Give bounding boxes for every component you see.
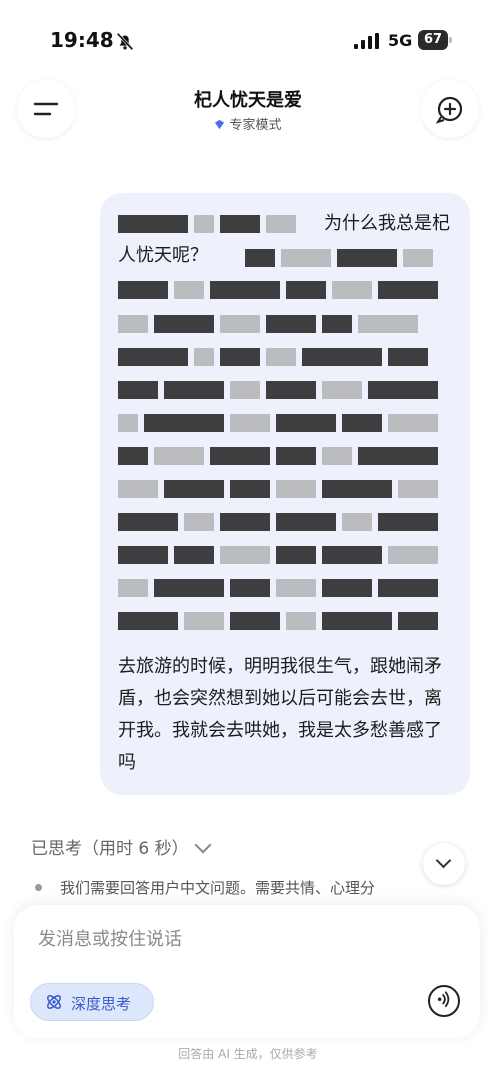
thinking-summary: 我们需要回答用户中文问题。需要共情、心理分 xyxy=(60,879,376,897)
signal-icon xyxy=(354,33,379,49)
status-bar: 19:48 5G 67 xyxy=(0,0,496,70)
atom-icon xyxy=(47,995,61,1009)
redacted-text xyxy=(118,610,448,632)
redacted-text xyxy=(118,346,448,368)
redacted-text xyxy=(118,445,448,467)
expert-mode-icon xyxy=(215,119,225,130)
deep-think-button[interactable]: 深度思考 xyxy=(30,983,154,1021)
redacted-text xyxy=(118,511,448,533)
redacted-text xyxy=(118,313,448,335)
thinking-header: 已思考（用时 6 秒） xyxy=(31,839,189,859)
composer-panel: 发消息或按住说话 深度思考 xyxy=(14,905,480,1038)
thinking-toggle[interactable]: 已思考（用时 6 秒） xyxy=(31,834,212,859)
redacted-text xyxy=(118,577,448,599)
new-chat-button[interactable] xyxy=(421,80,479,138)
deep-think-label: 深度思考 xyxy=(71,995,132,1013)
redacted-text xyxy=(118,412,448,434)
status-time: 19:48 xyxy=(50,28,114,52)
battery-icon: 67 xyxy=(418,30,454,50)
redacted-text xyxy=(118,544,448,566)
redacted-text xyxy=(245,247,445,269)
voice-button[interactable] xyxy=(428,985,460,1017)
new-chat-icon xyxy=(435,96,463,124)
user-message-bubble[interactable]: 为什么我总是杞人忧天呢？ 去旅游的时候，明明我很生气，跟她闹矛盾，也会突然想到她… xyxy=(100,193,470,795)
redacted-text xyxy=(118,379,448,401)
bullet-icon xyxy=(35,884,42,891)
battery-level: 67 xyxy=(418,30,448,50)
chevron-down-icon xyxy=(435,852,452,869)
redacted-text xyxy=(118,478,448,500)
message-text-line2: 去旅游的时候，明明我很生气，跟她闹矛盾，也会突然想到她以后可能会去世，离开我。我… xyxy=(118,656,442,773)
voice-icon xyxy=(437,991,450,1008)
ai-disclaimer: 回答由 AI 生成，仅供参考 xyxy=(178,1047,318,1061)
network-type: 5G xyxy=(388,31,413,50)
mode-text: 专家模式 xyxy=(229,118,282,133)
scroll-down-button[interactable] xyxy=(423,843,465,885)
message-input[interactable]: 发消息或按住说话 xyxy=(38,925,182,951)
mute-bell-icon xyxy=(116,32,134,51)
redacted-text xyxy=(118,279,448,301)
chevron-down-icon xyxy=(194,836,212,854)
